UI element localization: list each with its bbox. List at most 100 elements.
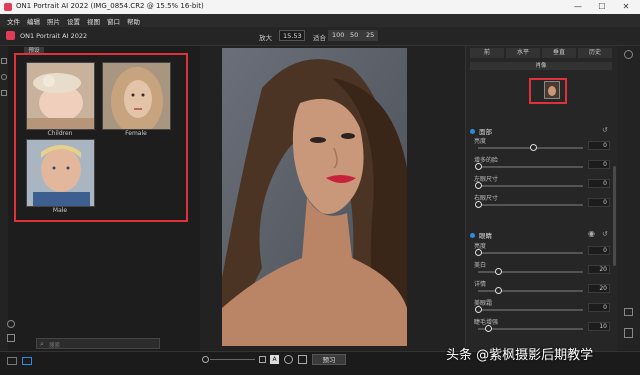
section-indicator-icon	[470, 129, 475, 134]
slider-track	[478, 185, 583, 187]
slider-knob[interactable]	[475, 249, 482, 256]
highlight-presets-box	[14, 53, 188, 222]
grid-icon[interactable]	[298, 355, 307, 364]
slider-label: 亮度	[474, 138, 487, 145]
main-photo[interactable]	[222, 48, 407, 346]
slider-whiten[interactable]: 美白 20	[470, 260, 610, 277]
slider-track	[478, 271, 583, 273]
maximize-button[interactable]: ☐	[594, 1, 610, 13]
tab-vertical[interactable]: 垂直	[542, 48, 576, 58]
slider-value[interactable]: 0	[588, 198, 610, 207]
window-title: ON1 Portrait AI 2022 (IMG_0854.CR2 @ 15.…	[16, 2, 204, 10]
face-section-title[interactable]: 面部	[470, 126, 492, 136]
zoom-25-button[interactable]: 25	[362, 30, 379, 41]
slider-track	[478, 166, 583, 168]
slider-value[interactable]: 20	[588, 284, 610, 293]
menu-edit[interactable]: 编辑	[27, 16, 40, 26]
slider-value[interactable]: 0	[588, 246, 610, 255]
slider-knob[interactable]	[475, 306, 482, 313]
slider-knob[interactable]	[475, 201, 482, 208]
close-button[interactable]: ✕	[618, 1, 634, 13]
settings-icon[interactable]	[7, 334, 15, 342]
info-icon[interactable]	[624, 50, 633, 59]
tab-horizontal[interactable]: 水平	[506, 48, 540, 58]
reset-face-icon[interactable]: ↺	[602, 126, 608, 134]
portrait-section-header: 肖像	[470, 62, 612, 70]
watermark: 头条 @紫枫摄影后期教学	[446, 348, 594, 363]
tool-icon[interactable]	[1, 58, 7, 64]
slider-knob[interactable]	[485, 325, 492, 332]
zoom-slider-knob[interactable]	[202, 356, 209, 363]
slider-track	[478, 204, 583, 206]
fit-button[interactable]: 适合	[313, 32, 326, 42]
search-icon: ⌕	[40, 340, 44, 348]
slider-value[interactable]: 0	[588, 160, 610, 169]
slider-value[interactable]: 0	[588, 303, 610, 312]
user-icon[interactable]	[7, 320, 15, 328]
slider-track	[478, 290, 583, 292]
slider-value[interactable]: 0	[588, 179, 610, 188]
print-icon[interactable]	[624, 308, 633, 316]
slider-track	[478, 309, 583, 311]
slider-brightness[interactable]: 亮度 0	[470, 136, 610, 153]
search-input[interactable]: ⌕ 搜索	[36, 338, 160, 349]
slider-face-width[interactable]: 增多的脸 0	[470, 155, 610, 172]
menu-view[interactable]: 视图	[87, 16, 100, 26]
slider-right-eye-size[interactable]: 右眼尺寸 0	[470, 193, 610, 210]
right-tool-strip	[617, 46, 640, 351]
highlight-face-box	[529, 78, 567, 104]
slider-value[interactable]: 20	[588, 265, 610, 274]
tab-history[interactable]: 历史	[578, 48, 612, 58]
left-tool-strip	[0, 46, 8, 351]
slider-eye-cream[interactable]: 美眼霜 0	[470, 298, 610, 315]
app-name: ON1 Portrait AI 2022	[20, 32, 88, 40]
slider-details[interactable]: 详情 20	[470, 279, 610, 296]
slider-left-eye-size[interactable]: 左眼尺寸 0	[470, 174, 610, 191]
slider-knob[interactable]	[495, 268, 502, 275]
retouch-tool-icon[interactable]	[1, 90, 7, 96]
menu-settings[interactable]: 设置	[67, 16, 80, 26]
slider-label: 详情	[474, 281, 487, 288]
single-view-icon[interactable]	[22, 357, 32, 365]
slider-value[interactable]: 0	[588, 141, 610, 150]
title-bar: ON1 Portrait AI 2022 (IMG_0854.CR2 @ 15.…	[0, 0, 640, 14]
reset-eyes-icon[interactable]: ↺	[602, 230, 608, 238]
slider-label: 美白	[474, 262, 487, 269]
mask-icon[interactable]	[284, 355, 293, 364]
app-icon	[4, 3, 12, 11]
on1-logo-icon	[6, 31, 15, 40]
preview-button[interactable]: 预习	[312, 354, 346, 365]
export-icon[interactable]	[624, 328, 633, 338]
eyes-section-label: 眼睛	[479, 232, 492, 240]
slider-knob[interactable]	[530, 144, 537, 151]
zoom-label: 放大	[259, 34, 272, 42]
slider-value[interactable]: 10	[588, 322, 610, 331]
layout-icon[interactable]	[7, 357, 17, 365]
toolbar: ON1 Portrait AI 2022 放大 15.53 适合 100 50 …	[0, 27, 640, 46]
zoom-slider-track[interactable]	[210, 359, 255, 360]
slider-knob[interactable]	[495, 287, 502, 294]
slider-lash-enhance[interactable]: 睫毛增强 10	[470, 317, 610, 334]
slider-eyes-brightness[interactable]: 亮度 0	[470, 241, 610, 258]
face-tool-icon[interactable]	[1, 74, 7, 80]
slider-track	[478, 328, 583, 330]
slider-knob[interactable]	[475, 163, 482, 170]
slider-knob[interactable]	[475, 182, 482, 189]
eye-visibility-icon[interactable]: ◉	[588, 229, 595, 238]
portrait-image	[222, 48, 407, 346]
menu-window[interactable]: 窗口	[107, 16, 120, 26]
menu-photo[interactable]: 照片	[47, 16, 60, 26]
tab-before[interactable]: 前	[470, 48, 504, 58]
eyes-section-title[interactable]: 眼睛	[470, 230, 492, 240]
zoom-value-field[interactable]: 15.53	[279, 30, 305, 41]
slider-track	[478, 252, 583, 254]
menu-file[interactable]: 文件	[7, 16, 20, 26]
compare-icon[interactable]	[259, 356, 266, 363]
zoom-50-button[interactable]: 50	[346, 30, 363, 41]
menu-help[interactable]: 帮助	[127, 16, 140, 26]
minimize-button[interactable]: —	[570, 1, 586, 13]
panel-scrollbar[interactable]	[613, 166, 616, 266]
auto-button[interactable]: A	[270, 355, 279, 364]
search-placeholder: 搜索	[49, 343, 61, 349]
section-indicator-icon	[470, 233, 475, 238]
